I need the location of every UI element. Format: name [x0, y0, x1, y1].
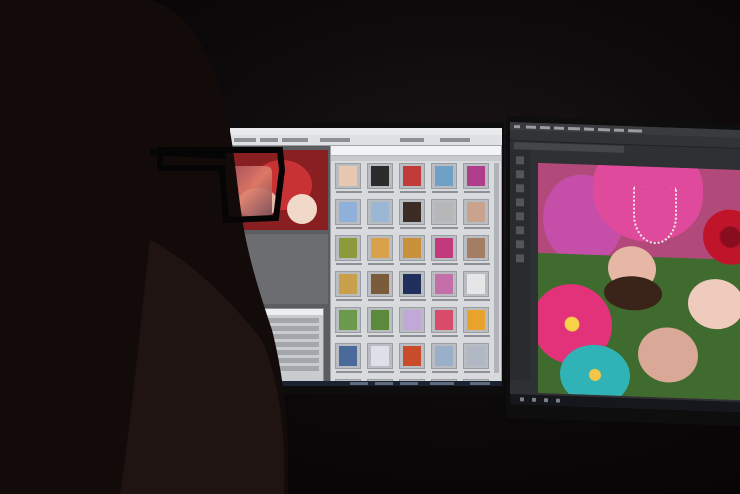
- photo-thumbnail[interactable]: [367, 163, 394, 193]
- photo-thumbnail[interactable]: [399, 307, 426, 337]
- window-titlebar[interactable]: [230, 128, 502, 135]
- glasses-lens-reflection: [222, 166, 272, 218]
- thumbnail-browser-window[interactable]: [330, 145, 502, 386]
- photo-thumbnail[interactable]: [367, 235, 394, 265]
- photo-thumbnail[interactable]: [463, 307, 490, 337]
- browser-toolbar[interactable]: [331, 156, 501, 161]
- photo-thumbnail[interactable]: [463, 271, 490, 301]
- photo-thumbnail[interactable]: [367, 199, 394, 229]
- photo-thumbnail[interactable]: [335, 163, 362, 193]
- photo-thumbnail[interactable]: [335, 271, 362, 301]
- grid-scrollbar[interactable]: [494, 163, 499, 373]
- editor-canvas-photo[interactable]: [538, 162, 740, 401]
- settings-dialog[interactable]: [262, 308, 324, 384]
- photo-thumbnail[interactable]: [431, 307, 458, 337]
- photo-thumbnail[interactable]: [463, 199, 490, 229]
- tools-panel[interactable]: [510, 149, 530, 381]
- photo-thumbnail[interactable]: [335, 235, 362, 265]
- browser-titlebar[interactable]: [331, 146, 501, 156]
- left-monitor: [222, 122, 504, 394]
- photo-thumbnail[interactable]: [399, 235, 426, 265]
- right-screen: [510, 121, 740, 413]
- glasses-temple: [149, 149, 227, 159]
- photo-thumbnail[interactable]: [463, 163, 490, 193]
- photo-thumbnail[interactable]: [399, 271, 426, 301]
- photo-thumbnail[interactable]: [335, 343, 362, 373]
- photo-thumbnail[interactable]: [431, 235, 458, 265]
- left-taskbar[interactable]: [230, 381, 502, 386]
- photo-thumbnail[interactable]: [431, 271, 458, 301]
- scene: [0, 0, 740, 494]
- photo-thumbnail[interactable]: [463, 235, 490, 265]
- photo-thumbnail[interactable]: [399, 163, 426, 193]
- photo-thumbnail[interactable]: [399, 343, 426, 373]
- photo-thumbnail[interactable]: [463, 343, 490, 373]
- photo-thumbnail[interactable]: [367, 343, 394, 373]
- photo-thumbnail[interactable]: [367, 307, 394, 337]
- photo-thumbnail[interactable]: [335, 199, 362, 229]
- photo-thumbnail[interactable]: [431, 163, 458, 193]
- photo-thumbnail[interactable]: [367, 271, 394, 301]
- right-monitor: [506, 115, 740, 427]
- left-screen: [230, 128, 502, 386]
- photo-thumbnail[interactable]: [431, 199, 458, 229]
- empty-panel: [232, 234, 328, 304]
- photo-thumbnail[interactable]: [431, 343, 458, 373]
- photo-thumbnail[interactable]: [399, 199, 426, 229]
- photo-thumbnail[interactable]: [335, 307, 362, 337]
- thumbnail-grid: [335, 163, 493, 386]
